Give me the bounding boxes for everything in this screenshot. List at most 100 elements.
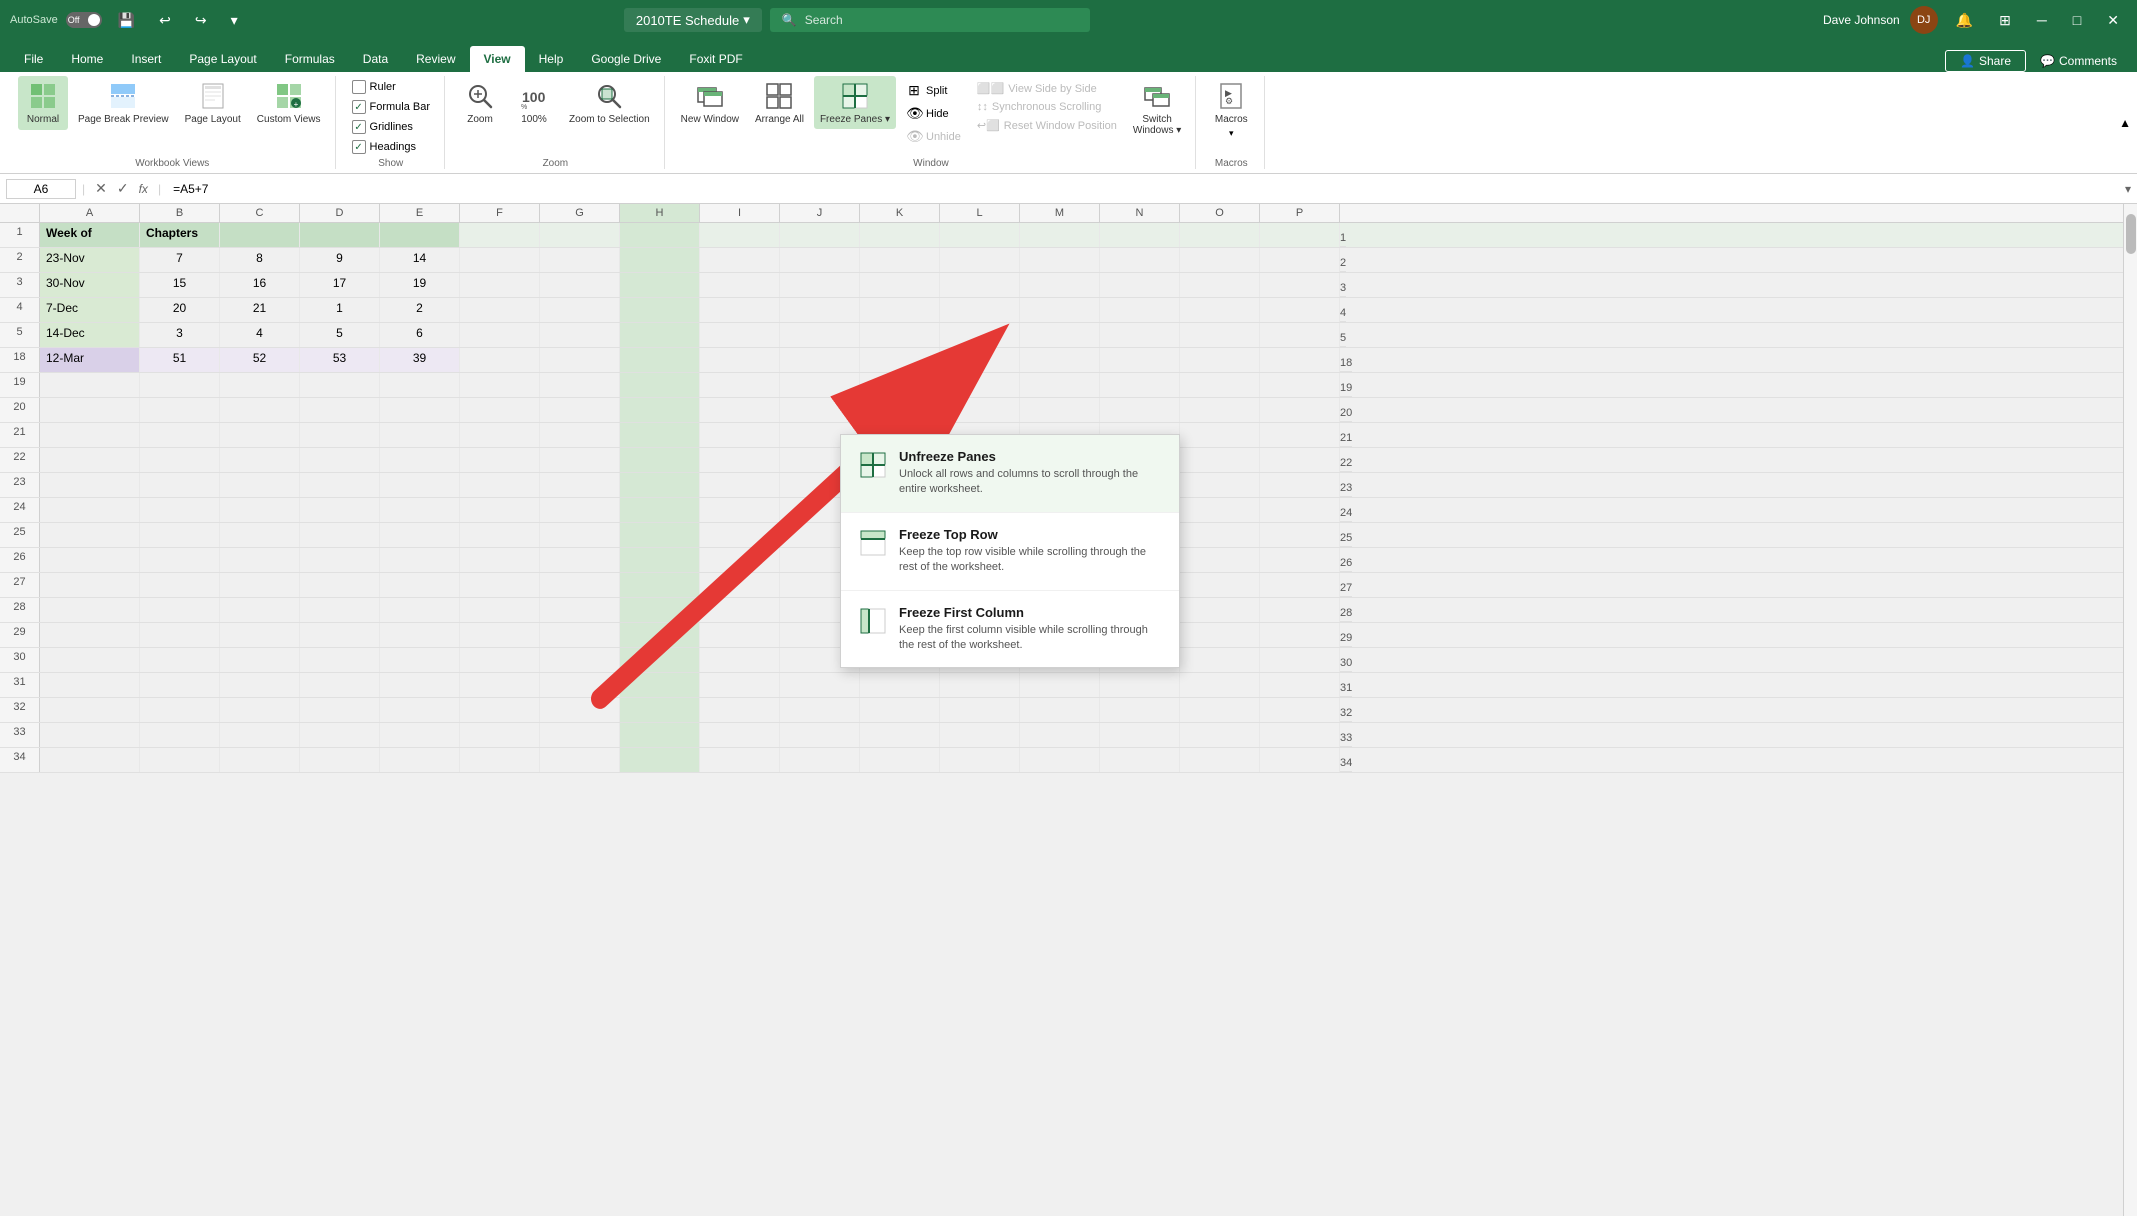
cell-o27[interactable] xyxy=(1180,573,1260,597)
cell-c19[interactable] xyxy=(220,373,300,397)
cell-d25[interactable] xyxy=(300,523,380,547)
cell-d22[interactable] xyxy=(300,448,380,472)
cell-l32[interactable] xyxy=(940,698,1020,722)
cell-k2[interactable] xyxy=(860,248,940,272)
cell-e2[interactable]: 14 xyxy=(380,248,460,272)
cell-c25[interactable] xyxy=(220,523,300,547)
cell-d27[interactable] xyxy=(300,573,380,597)
cell-c5[interactable]: 4 xyxy=(220,323,300,347)
cell-e4[interactable]: 2 xyxy=(380,298,460,322)
cell-g30[interactable] xyxy=(540,648,620,672)
new-window-button[interactable]: New Window xyxy=(675,76,745,130)
row-num-24[interactable]: 24 xyxy=(0,498,40,522)
cell-d31[interactable] xyxy=(300,673,380,697)
cell-h24[interactable] xyxy=(620,498,700,522)
col-header-l[interactable]: L xyxy=(940,204,1020,222)
cell-b23[interactable] xyxy=(140,473,220,497)
cell-p23[interactable] xyxy=(1260,473,1340,497)
maximize-button[interactable]: □ xyxy=(2065,8,2089,32)
row-num-32[interactable]: 32 xyxy=(0,698,40,722)
cell-i32[interactable] xyxy=(700,698,780,722)
cell-d1[interactable] xyxy=(300,223,380,247)
cell-p33[interactable] xyxy=(1260,723,1340,747)
cell-e31[interactable] xyxy=(380,673,460,697)
cell-o19[interactable] xyxy=(1180,373,1260,397)
insert-function-button[interactable]: fx xyxy=(135,180,152,198)
arrange-all-button[interactable]: Arrange All xyxy=(749,76,810,130)
cell-f34[interactable] xyxy=(460,748,540,772)
switch-windows-button[interactable]: SwitchWindows ▾ xyxy=(1127,76,1187,140)
cell-i24[interactable] xyxy=(700,498,780,522)
cell-g26[interactable] xyxy=(540,548,620,572)
cell-m31[interactable] xyxy=(1020,673,1100,697)
row-num-27[interactable]: 27 xyxy=(0,573,40,597)
row-num-3[interactable]: 3 xyxy=(0,273,40,297)
cell-p22[interactable] xyxy=(1260,448,1340,472)
cell-o28[interactable] xyxy=(1180,598,1260,622)
cell-d18[interactable]: 53 xyxy=(300,348,380,372)
cell-g2[interactable] xyxy=(540,248,620,272)
expand-formula-button[interactable]: ▾ xyxy=(2125,182,2131,196)
cell-m5[interactable] xyxy=(1020,323,1100,347)
col-header-p[interactable]: P xyxy=(1260,204,1340,222)
cell-a5[interactable]: 14-Dec xyxy=(40,323,140,347)
col-header-b[interactable]: B xyxy=(140,204,220,222)
cell-e23[interactable] xyxy=(380,473,460,497)
cell-h29[interactable] xyxy=(620,623,700,647)
cell-o31[interactable] xyxy=(1180,673,1260,697)
tab-data[interactable]: Data xyxy=(349,46,402,72)
cell-h25[interactable] xyxy=(620,523,700,547)
cell-i19[interactable] xyxy=(700,373,780,397)
cell-o5[interactable] xyxy=(1180,323,1260,347)
freeze-top-row-option[interactable]: Freeze Top Row Keep the top row visible … xyxy=(841,513,1179,591)
cell-c26[interactable] xyxy=(220,548,300,572)
minimize-button[interactable]: ─ xyxy=(2029,8,2055,32)
row-num-19[interactable]: 19 xyxy=(0,373,40,397)
cell-g1[interactable] xyxy=(540,223,620,247)
cell-c24[interactable] xyxy=(220,498,300,522)
cell-j18[interactable] xyxy=(780,348,860,372)
cell-h31[interactable] xyxy=(620,673,700,697)
split-button[interactable]: ⊞ Split xyxy=(900,80,967,101)
cell-j33[interactable] xyxy=(780,723,860,747)
col-header-a[interactable]: A xyxy=(40,204,140,222)
cell-m20[interactable] xyxy=(1020,398,1100,422)
cell-b21[interactable] xyxy=(140,423,220,447)
cell-b3[interactable]: 15 xyxy=(140,273,220,297)
confirm-formula-button[interactable]: ✓ xyxy=(113,178,133,199)
cell-a4[interactable]: 7-Dec xyxy=(40,298,140,322)
cell-f25[interactable] xyxy=(460,523,540,547)
cell-n31[interactable] xyxy=(1100,673,1180,697)
cell-a2[interactable]: 23-Nov xyxy=(40,248,140,272)
cell-k19[interactable] xyxy=(860,373,940,397)
cell-d5[interactable]: 5 xyxy=(300,323,380,347)
cell-p5[interactable] xyxy=(1260,323,1340,347)
row-num-30[interactable]: 30 xyxy=(0,648,40,672)
cell-a21[interactable] xyxy=(40,423,140,447)
cell-n18[interactable] xyxy=(1100,348,1180,372)
cell-a34[interactable] xyxy=(40,748,140,772)
cell-l19[interactable] xyxy=(940,373,1020,397)
cell-i2[interactable] xyxy=(700,248,780,272)
cell-b18[interactable]: 51 xyxy=(140,348,220,372)
cell-f29[interactable] xyxy=(460,623,540,647)
cell-p21[interactable] xyxy=(1260,423,1340,447)
tab-home[interactable]: Home xyxy=(57,46,117,72)
cell-e30[interactable] xyxy=(380,648,460,672)
cell-i34[interactable] xyxy=(700,748,780,772)
ribbon-collapse-button[interactable]: ▲ xyxy=(2119,116,2131,130)
cell-e32[interactable] xyxy=(380,698,460,722)
cell-p31[interactable] xyxy=(1260,673,1340,697)
cell-m34[interactable] xyxy=(1020,748,1100,772)
cell-g18[interactable] xyxy=(540,348,620,372)
zoom-button[interactable]: Zoom xyxy=(455,76,505,130)
cell-g33[interactable] xyxy=(540,723,620,747)
cell-g27[interactable] xyxy=(540,573,620,597)
cell-m32[interactable] xyxy=(1020,698,1100,722)
vertical-scrollbar[interactable] xyxy=(2123,204,2137,1216)
cell-o30[interactable] xyxy=(1180,648,1260,672)
cell-n34[interactable] xyxy=(1100,748,1180,772)
cell-i21[interactable] xyxy=(700,423,780,447)
cell-d19[interactable] xyxy=(300,373,380,397)
unfreeze-panes-option[interactable]: Unfreeze Panes Unlock all rows and colum… xyxy=(841,435,1179,513)
